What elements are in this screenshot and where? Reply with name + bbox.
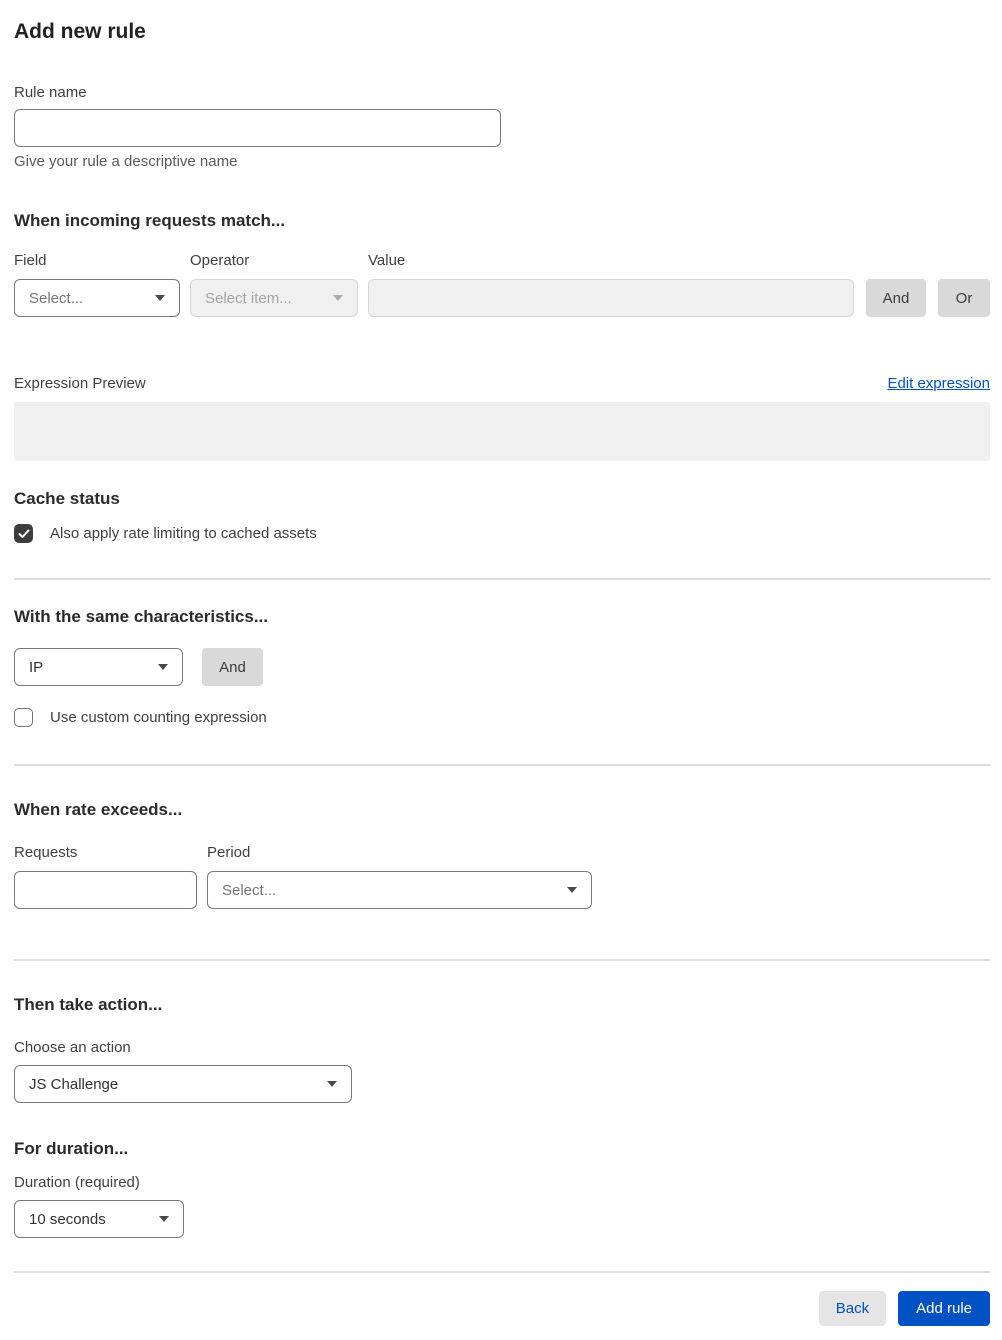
operator-select: Select item... (190, 279, 358, 317)
add-rule-button[interactable]: Add rule (898, 1291, 990, 1326)
match-condition-row: Field Select... Operator Select item... … (14, 252, 990, 317)
chevron-down-icon (159, 1216, 169, 1222)
rate-row: Requests Period Select... (14, 844, 990, 909)
cache-assets-checkbox[interactable] (14, 524, 33, 543)
edit-expression-link[interactable]: Edit expression (887, 375, 990, 393)
page-title: Add new rule (14, 20, 146, 43)
value-label: Value (368, 252, 406, 269)
value-input (368, 279, 854, 317)
requests-input[interactable] (14, 871, 197, 909)
rate-heading: When rate exceeds... (14, 800, 183, 819)
cache-checkbox-label: Also apply rate limiting to cached asset… (50, 525, 317, 542)
duration-heading: For duration... (14, 1139, 129, 1158)
duration-select-value: 10 seconds (29, 1210, 106, 1228)
chevron-down-icon (327, 1081, 337, 1087)
period-label: Period (207, 844, 251, 861)
counting-checkbox-label: Use custom counting expression (50, 709, 267, 726)
rule-name-helper: Give your rule a descriptive name (14, 153, 238, 170)
field-select[interactable]: Select... (14, 279, 180, 317)
cache-status-heading: Cache status (14, 489, 120, 508)
operator-column: Operator Select item... (190, 252, 358, 317)
choose-action-label: Choose an action (14, 1039, 131, 1056)
rule-name-input[interactable] (14, 109, 501, 147)
characteristic-select[interactable]: IP (14, 648, 183, 686)
field-select-value: Select... (29, 289, 84, 307)
expression-preview-header: Expression Preview Edit expression (14, 375, 990, 393)
period-column: Period Select... (207, 844, 592, 909)
add-rule-form: Add new rule Rule name Give your rule a … (0, 20, 1002, 1339)
chevron-down-icon (567, 887, 577, 893)
and-condition-button[interactable]: And (866, 279, 926, 317)
field-label: Field (14, 252, 47, 269)
chevron-down-icon (155, 295, 165, 301)
characteristics-heading: With the same characteristics... (14, 607, 269, 626)
section-divider (14, 959, 990, 961)
chevron-down-icon (333, 295, 343, 301)
operator-label: Operator (190, 252, 250, 269)
requests-label: Requests (14, 844, 78, 861)
custom-counting-checkbox[interactable] (14, 708, 33, 727)
duration-label: Duration (required) (14, 1174, 140, 1191)
action-select-value: JS Challenge (29, 1075, 119, 1093)
period-select[interactable]: Select... (207, 871, 592, 909)
duration-select[interactable]: 10 seconds (14, 1200, 184, 1238)
footer-divider (14, 1271, 990, 1273)
or-condition-button[interactable]: Or (938, 279, 990, 317)
expression-preview-label: Expression Preview (14, 375, 146, 392)
field-column: Field Select... (14, 252, 180, 317)
back-button[interactable]: Back (818, 1291, 887, 1326)
checkmark-icon (18, 529, 30, 539)
counting-checkbox-row: Use custom counting expression (14, 708, 990, 727)
footer-actions: Back Add rule (14, 1291, 990, 1326)
period-select-value: Select... (222, 881, 277, 899)
cache-checkbox-row: Also apply rate limiting to cached asset… (14, 524, 990, 543)
expression-preview-box (14, 402, 990, 461)
section-divider (14, 578, 990, 580)
action-select[interactable]: JS Challenge (14, 1065, 352, 1103)
characteristics-row: IP And (14, 648, 990, 686)
requests-column: Requests (14, 844, 197, 909)
section-divider (14, 764, 990, 766)
action-heading: Then take action... (14, 995, 163, 1014)
value-column: Value (368, 252, 854, 317)
rule-name-label: Rule name (14, 84, 87, 101)
characteristic-select-value: IP (29, 658, 44, 676)
chevron-down-icon (158, 664, 168, 670)
match-section-heading: When incoming requests match... (14, 211, 286, 230)
and-characteristic-button[interactable]: And (202, 648, 263, 686)
operator-select-value: Select item... (205, 289, 292, 307)
